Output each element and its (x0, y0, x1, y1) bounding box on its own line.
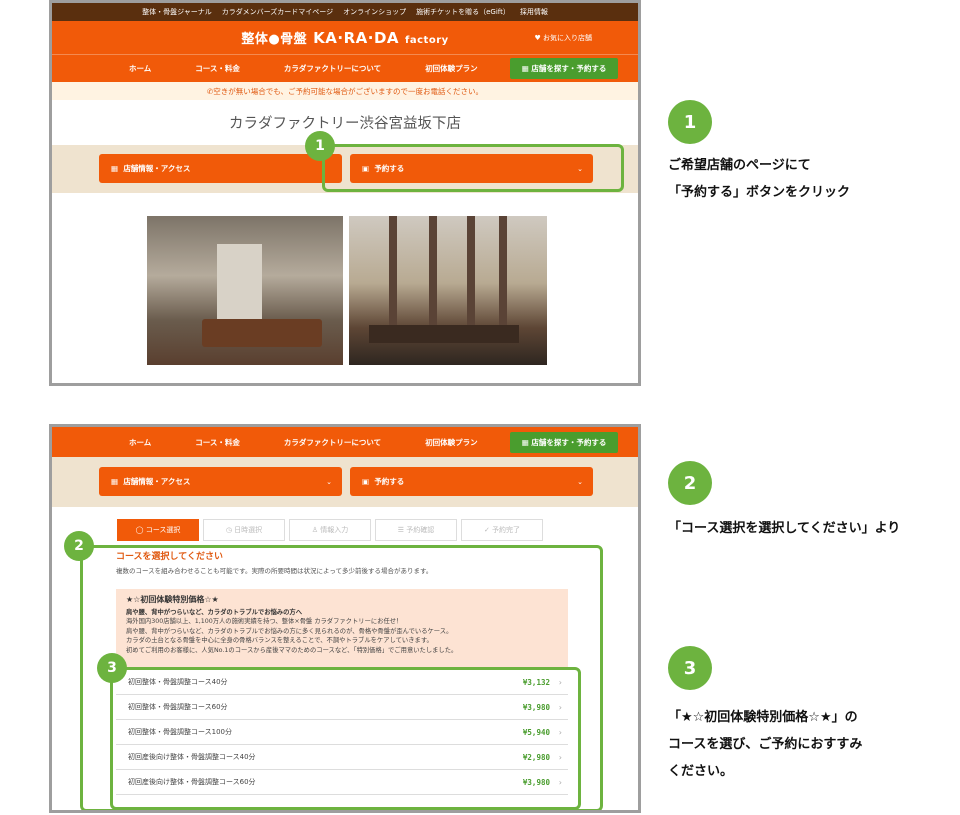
step-complete: ✓ 予約完了 (461, 519, 543, 541)
nav-home[interactable]: ホーム (107, 437, 173, 448)
heart-icon: ♥ (534, 34, 541, 42)
logo-left: 整体●骨盤 (241, 32, 308, 47)
callout-2-line: 「コース選択を選択してください」より (668, 521, 901, 536)
callout-1-line: 「予約する」ボタンをクリック (668, 185, 851, 200)
screenshot-course-select: ホーム コース・料金 カラダファクトリーについて 初回体験プラン ▦ 店舗を探す… (49, 424, 641, 813)
callout-badge-2: 2 (668, 461, 712, 505)
nav-find-store-button[interactable]: ▦ 店舗を探す・予約する (509, 58, 619, 79)
store-info-label: 店舗情報・アクセス (123, 164, 191, 173)
callout-3-line: ください。 (668, 764, 734, 779)
topbar-link-shop[interactable]: オンラインショップ (343, 7, 406, 17)
topbar-link-recruit[interactable]: 採用情報 (520, 7, 548, 17)
logo-sub: factory (405, 35, 449, 46)
nav-first-plan[interactable]: 初回体験プラン (403, 437, 500, 448)
nav-home[interactable]: ホーム (107, 63, 173, 74)
step-confirm-label: 予約確認 (406, 526, 435, 534)
step-datetime: ◷ 日時選択 (203, 519, 285, 541)
callout-badge-1: 1 (668, 100, 712, 144)
screenshot-store-page: 整体・骨盤ジャーナル カラダメンバーズカードマイページ オンラインショップ 施術… (49, 0, 641, 386)
step-datetime-label: 日時選択 (234, 526, 263, 534)
step-info-label: 情報入力 (320, 526, 349, 534)
highlight-course-list (110, 667, 581, 810)
photo-cabinet (217, 244, 262, 324)
main-nav: ホーム コース・料金 カラダファクトリーについて 初回体験プラン ▦ 店舗を探す… (52, 427, 638, 457)
store-photo-beds (349, 216, 547, 365)
site-header: 整体●骨盤 KA·RA·DA factory ♥ お気に入り店舗 (52, 21, 638, 54)
circle-icon: ◯ (135, 526, 146, 534)
photo-curtain (499, 216, 507, 336)
callout-text-1: ご希望店舗のページにて 「予約する」ボタンをクリック (668, 152, 850, 206)
person-icon: ♙ (311, 526, 321, 534)
step-confirm: ☰ 予約確認 (375, 519, 457, 541)
nav-about[interactable]: カラダファクトリーについて (262, 437, 403, 448)
callout-3-line: 「★☆初回体験特別価格☆★」の (668, 710, 858, 725)
photo-curtain (467, 216, 475, 336)
nav-first-plan[interactable]: 初回体験プラン (403, 63, 500, 74)
building-icon: ▦ (111, 477, 124, 486)
store-title: カラダファクトリー渋谷宮益坂下店 (229, 116, 461, 132)
nav-find-store-label: 店舗を探す・予約する (531, 437, 607, 447)
step-badge-2: 2 (64, 531, 94, 561)
step-badge-1: 1 (305, 131, 335, 161)
list-icon: ☰ (397, 526, 407, 534)
store-icon: ▦ (521, 437, 532, 447)
check-icon: ✓ (483, 526, 493, 534)
store-icon: ▦ (521, 64, 532, 73)
step-complete-label: 予約完了 (492, 526, 521, 534)
store-photo-room (147, 216, 343, 365)
store-info-label: 店舗情報・アクセス (123, 477, 191, 486)
reserve-label: 予約する (374, 477, 405, 486)
store-button-row: ▦ 店舗情報・アクセス ⌄ ▣ 予約する ⌄ (52, 457, 638, 507)
favorite-label: お気に入り店舗 (543, 34, 592, 42)
nav-find-store-button[interactable]: ▦ 店舗を探す・予約する (509, 431, 619, 453)
nav-find-store-label: 店舗を探す・予約する (531, 64, 607, 73)
phone-notice-text: 空きが無い場合でも、ご予約可能な場合がございますので一度お電話ください。 (213, 86, 484, 96)
step-info: ♙ 情報入力 (289, 519, 371, 541)
topbar-link-journal[interactable]: 整体・骨盤ジャーナル (142, 7, 212, 17)
building-icon: ▦ (111, 164, 124, 173)
phone-notice: ✆ 空きが無い場合でも、ご予約可能な場合がございますので一度お電話ください。 (52, 82, 638, 100)
logo-main: KA·RA·DA (313, 29, 400, 47)
main-nav: ホーム コース・料金 カラダファクトリーについて 初回体験プラン ▦ 店舗を探す… (52, 54, 638, 82)
topbar-link-members[interactable]: カラダメンバーズカードマイページ (222, 7, 333, 17)
reserve-button[interactable]: ▣ 予約する ⌄ (350, 467, 593, 496)
top-utility-bar: 整体・骨盤ジャーナル カラダメンバーズカードマイページ オンラインショップ 施術… (52, 3, 638, 21)
callout-badge-3: 3 (668, 646, 712, 690)
nav-about[interactable]: カラダファクトリーについて (262, 63, 403, 74)
photo-bed (369, 325, 519, 343)
nav-course-price[interactable]: コース・料金 (173, 63, 262, 74)
calendar-icon: ▣ (362, 477, 375, 486)
chevron-down-icon: ⌄ (577, 477, 583, 486)
favorite-store-link[interactable]: ♥ お気に入り店舗 (534, 33, 592, 43)
callout-3-line: コースを選び、ご予約におすすみ (668, 737, 863, 752)
photo-curtain (429, 216, 437, 336)
nav-course-price[interactable]: コース・料金 (173, 437, 262, 448)
step-course: ◯ コース選択 (117, 519, 199, 541)
store-info-button[interactable]: ▦ 店舗情報・アクセス (99, 154, 342, 183)
step-course-label: コース選択 (145, 526, 181, 534)
photo-bed (202, 319, 322, 347)
chevron-down-icon: ⌄ (326, 477, 332, 486)
store-info-button[interactable]: ▦ 店舗情報・アクセス ⌄ (99, 467, 342, 496)
step-badge-3: 3 (97, 653, 127, 683)
clock-icon: ◷ (225, 526, 235, 534)
callout-text-2: 「コース選択を選択してください」より (668, 515, 900, 542)
callout-1-line: ご希望店舗のページにて (668, 158, 811, 173)
callout-text-3: 「★☆初回体験特別価格☆★」の コースを選び、ご予約におすすみ ください。 (668, 704, 862, 785)
highlight-reserve (322, 144, 624, 192)
topbar-link-egift[interactable]: 施術チケットを贈る（eGift） (416, 7, 510, 17)
site-logo[interactable]: 整体●骨盤 KA·RA·DA factory (241, 28, 448, 47)
booking-steps: ◯ コース選択 ◷ 日時選択 ♙ 情報入力 ☰ 予約確認 ✓ 予約完了 (117, 519, 543, 541)
photo-curtain (389, 216, 397, 336)
